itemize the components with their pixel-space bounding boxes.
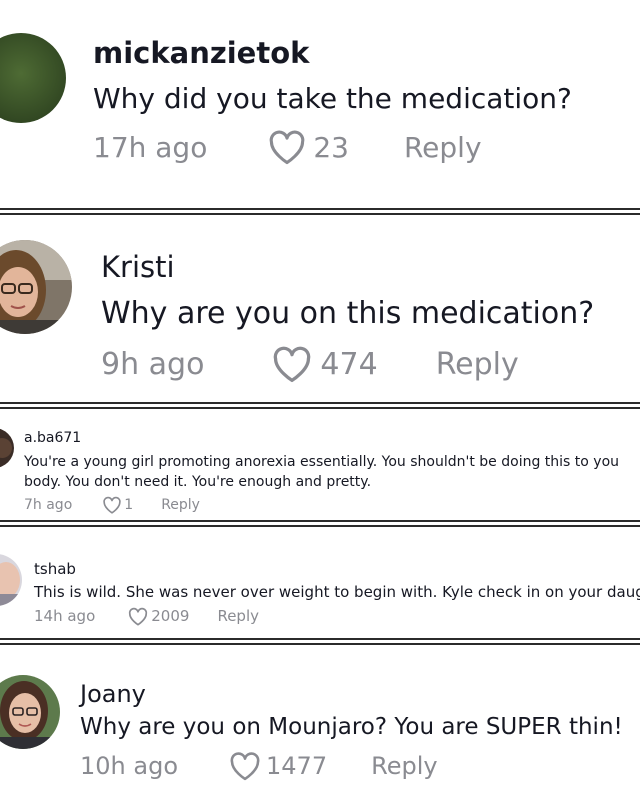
comment-meta: 7h ago 1 Reply [24, 495, 200, 515]
reply-button[interactable]: Reply [371, 752, 437, 780]
timestamp: 10h ago [80, 752, 179, 780]
avatar[interactable] [0, 675, 60, 749]
comment-3: a.ba671 You're a young girl promoting an… [0, 412, 640, 520]
comment-text-line-2: body. You don't need it. You're enough a… [24, 474, 372, 490]
heart-outline-icon[interactable] [270, 345, 314, 383]
reply-button[interactable]: Reply [404, 131, 482, 164]
timestamp: 9h ago [101, 346, 205, 382]
username[interactable]: Kristi [101, 250, 175, 284]
comment-meta: 9h ago 474 Reply [101, 343, 519, 385]
username[interactable]: tshab [34, 560, 76, 578]
username[interactable]: a.ba671 [24, 430, 81, 446]
comment-text: Why are you on Mounjaro? You are SUPER t… [80, 714, 623, 740]
comment-meta: 17h ago 23 Reply [93, 127, 482, 167]
comment-text: You're a young girl promoting anorexia e… [24, 454, 620, 470]
divider [0, 402, 640, 412]
reply-button[interactable]: Reply [161, 497, 200, 513]
avatar[interactable] [0, 428, 14, 468]
comment-1: mickanzietok Why did you take the medica… [0, 0, 640, 208]
comment-text: Why are you on this medication? [101, 296, 595, 331]
username[interactable]: mickanzietok [93, 36, 309, 70]
like-count: 1477 [266, 752, 328, 780]
like-count: 2009 [151, 607, 190, 625]
comment-meta: 10h ago 1477 Reply [80, 749, 438, 783]
heart-outline-icon[interactable] [228, 751, 262, 781]
like-count: 474 [320, 346, 378, 382]
comment-text: Why did you take the medication? [93, 82, 572, 115]
like-count: 23 [313, 130, 349, 164]
username[interactable]: Joany [80, 680, 146, 708]
comment-5: Joany Why are you on Mounjaro? You are S… [0, 648, 640, 800]
like-count: 1 [124, 497, 134, 513]
avatar[interactable] [0, 33, 66, 123]
divider [0, 208, 640, 218]
comment-2: Kristi Why are you on this medication? 9… [0, 218, 640, 402]
timestamp: 7h ago [24, 497, 73, 513]
divider [0, 638, 640, 648]
comment-4: tshab This is wild. She was never over w… [0, 530, 640, 638]
avatar[interactable] [0, 554, 22, 606]
timestamp: 17h ago [93, 130, 208, 164]
heart-outline-icon[interactable] [102, 496, 122, 514]
divider [0, 520, 640, 530]
avatar[interactable] [0, 240, 72, 334]
timestamp: 14h ago [34, 607, 96, 625]
heart-outline-icon[interactable] [127, 607, 149, 626]
heart-outline-icon[interactable] [267, 129, 307, 165]
comment-meta: 14h ago 2009 Reply [34, 605, 259, 627]
reply-button[interactable]: Reply [217, 607, 259, 625]
comment-text: This is wild. She was never over weight … [34, 583, 640, 601]
reply-button[interactable]: Reply [436, 347, 519, 382]
